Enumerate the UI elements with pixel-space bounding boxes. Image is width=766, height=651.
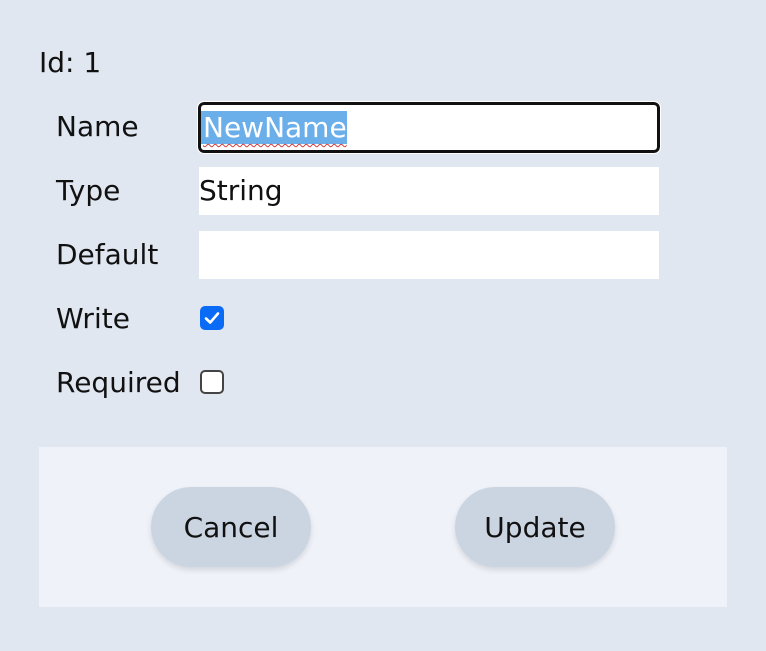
type-row: Type String [56, 167, 666, 215]
write-row: Write [56, 295, 666, 343]
dialog-footer: Cancel Update [39, 447, 727, 607]
name-input[interactable]: NewName [197, 101, 661, 154]
default-row: Default [56, 231, 666, 279]
type-input[interactable]: String [199, 167, 659, 215]
default-input[interactable] [199, 231, 659, 279]
update-button[interactable]: Update [455, 487, 615, 567]
checkmark-icon [204, 312, 220, 324]
required-label: Required [56, 366, 181, 399]
write-label: Write [56, 302, 130, 335]
name-label: Name [56, 110, 139, 143]
name-input-value: NewName [201, 111, 347, 144]
write-checkbox[interactable] [200, 306, 224, 330]
id-label: Id: 1 [39, 46, 102, 79]
cancel-button[interactable]: Cancel [151, 487, 311, 567]
required-row: Required [56, 359, 666, 407]
type-label: Type [56, 174, 121, 207]
default-label: Default [56, 238, 159, 271]
edit-property-dialog: Id: 1 Name NewName Type String Default W… [0, 0, 766, 645]
required-checkbox[interactable] [200, 370, 224, 394]
name-row: Name NewName [56, 101, 666, 154]
